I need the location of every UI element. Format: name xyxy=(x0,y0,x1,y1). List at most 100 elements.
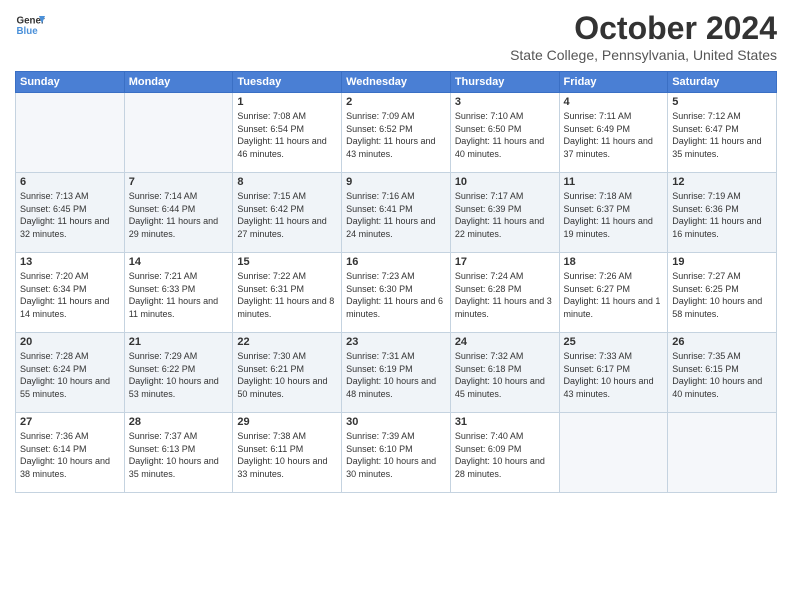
day-number: 11 xyxy=(564,176,664,188)
day-number: 5 xyxy=(672,96,772,108)
day-info: Sunrise: 7:10 AMSunset: 6:50 PMDaylight:… xyxy=(455,110,555,160)
logo: General Blue xyxy=(15,10,49,40)
day-info: Sunrise: 7:22 AMSunset: 6:31 PMDaylight:… xyxy=(237,270,337,320)
day-number: 9 xyxy=(346,176,446,188)
day-cell: 20 Sunrise: 7:28 AMSunset: 6:24 PMDayligh… xyxy=(16,333,125,413)
day-cell: 4Sunrise: 7:11 AMSunset: 6:49 PMDaylight… xyxy=(559,93,668,173)
day-cell: 3 Sunrise: 7:10 AMSunset: 6:50 PMDaylight… xyxy=(450,93,559,173)
day-info: Sunrise: 7:33 AMSunset: 6:17 PMDaylight:… xyxy=(564,350,664,400)
day-number: 20 xyxy=(20,336,120,348)
day-number: 12 xyxy=(672,176,772,188)
day-cell: 6Sunrise: 7:13 AMSunset: 6:45 PMDaylight… xyxy=(16,173,125,253)
week-row-1: 1Sunrise: 7:08 AMSunset: 6:54 PMDaylight… xyxy=(16,93,777,173)
header: General Blue October 2024 State College,… xyxy=(15,10,777,63)
day-info: Sunrise: 7:36 AMSunset: 6:14 PMDaylight:… xyxy=(20,430,120,480)
day-number: 28 xyxy=(129,416,229,428)
day-number: 13 xyxy=(20,256,120,268)
day-cell: 8 Sunrise: 7:15 AMSunset: 6:42 PMDaylight… xyxy=(233,173,342,253)
day-cell: 28 Sunrise: 7:37 AMSunset: 6:13 PMDayligh… xyxy=(124,413,233,493)
day-info: Sunrise: 7:16 AMSunset: 6:41 PMDaylight:… xyxy=(346,190,446,240)
day-number: 26 xyxy=(672,336,772,348)
day-info: Sunrise: 7:21 AMSunset: 6:33 PMDaylight:… xyxy=(129,270,229,320)
day-number: 21 xyxy=(129,336,229,348)
day-cell: 18 Sunrise: 7:26 AMSunset: 6:27 PMDayligh… xyxy=(559,253,668,333)
day-cell: 21Sunrise: 7:29 AMSunset: 6:22 PMDayligh… xyxy=(124,333,233,413)
day-cell: 7 Sunrise: 7:14 AMSunset: 6:44 PMDaylight… xyxy=(124,173,233,253)
day-cell: 31Sunrise: 7:40 AMSunset: 6:09 PMDayligh… xyxy=(450,413,559,493)
day-header-saturday: Saturday xyxy=(668,72,777,93)
day-cell: 1Sunrise: 7:08 AMSunset: 6:54 PMDaylight… xyxy=(233,93,342,173)
day-info: Sunrise: 7:12 AMSunset: 6:47 PMDaylight:… xyxy=(672,110,772,160)
day-header-tuesday: Tuesday xyxy=(233,72,342,93)
day-number: 23 xyxy=(346,336,446,348)
day-info: Sunrise: 7:39 AMSunset: 6:10 PMDaylight:… xyxy=(346,430,446,480)
day-number: 29 xyxy=(237,416,337,428)
page: General Blue October 2024 State College,… xyxy=(0,0,792,612)
day-number: 19 xyxy=(672,256,772,268)
day-cell: 27 Sunrise: 7:36 AMSunset: 6:14 PMDayligh… xyxy=(16,413,125,493)
day-number: 30 xyxy=(346,416,446,428)
day-info: Sunrise: 7:27 AMSunset: 6:25 PMDaylight:… xyxy=(672,270,772,320)
day-info: Sunrise: 7:26 AMSunset: 6:27 PMDaylight:… xyxy=(564,270,664,320)
day-header-friday: Friday xyxy=(559,72,668,93)
day-cell xyxy=(559,413,668,493)
day-info: Sunrise: 7:14 AMSunset: 6:44 PMDaylight:… xyxy=(129,190,229,240)
day-number: 15 xyxy=(237,256,337,268)
day-cell: 11 Sunrise: 7:18 AMSunset: 6:37 PMDayligh… xyxy=(559,173,668,253)
day-info: Sunrise: 7:19 AMSunset: 6:36 PMDaylight:… xyxy=(672,190,772,240)
day-cell: 16 Sunrise: 7:23 AMSunset: 6:30 PMDayligh… xyxy=(342,253,451,333)
week-row-2: 6Sunrise: 7:13 AMSunset: 6:45 PMDaylight… xyxy=(16,173,777,253)
day-info: Sunrise: 7:28 AMSunset: 6:24 PMDaylight:… xyxy=(20,350,120,400)
day-number: 14 xyxy=(129,256,229,268)
day-cell: 24 Sunrise: 7:32 AMSunset: 6:18 PMDayligh… xyxy=(450,333,559,413)
location: State College, Pennsylvania, United Stat… xyxy=(510,47,777,63)
month-title: October 2024 xyxy=(510,10,777,47)
day-number: 3 xyxy=(455,96,555,108)
day-header-thursday: Thursday xyxy=(450,72,559,93)
day-cell: 26Sunrise: 7:35 AMSunset: 6:15 PMDayligh… xyxy=(668,333,777,413)
day-cell xyxy=(124,93,233,173)
week-row-3: 13 Sunrise: 7:20 AMSunset: 6:34 PMDayligh… xyxy=(16,253,777,333)
day-number: 27 xyxy=(20,416,120,428)
day-header-wednesday: Wednesday xyxy=(342,72,451,93)
logo-icon: General Blue xyxy=(15,10,45,40)
day-number: 1 xyxy=(237,96,337,108)
day-info: Sunrise: 7:09 AMSunset: 6:52 PMDaylight:… xyxy=(346,110,446,160)
day-cell: 22 Sunrise: 7:30 AMSunset: 6:21 PMDayligh… xyxy=(233,333,342,413)
day-info: Sunrise: 7:18 AMSunset: 6:37 PMDaylight:… xyxy=(564,190,664,240)
day-header-monday: Monday xyxy=(124,72,233,93)
day-cell: 29Sunrise: 7:38 AMSunset: 6:11 PMDayligh… xyxy=(233,413,342,493)
day-info: Sunrise: 7:17 AMSunset: 6:39 PMDaylight:… xyxy=(455,190,555,240)
day-cell: 5 Sunrise: 7:12 AMSunset: 6:47 PMDaylight… xyxy=(668,93,777,173)
day-cell xyxy=(16,93,125,173)
day-cell: 19 Sunrise: 7:27 AMSunset: 6:25 PMDayligh… xyxy=(668,253,777,333)
day-number: 7 xyxy=(129,176,229,188)
week-row-5: 27 Sunrise: 7:36 AMSunset: 6:14 PMDayligh… xyxy=(16,413,777,493)
day-number: 10 xyxy=(455,176,555,188)
day-info: Sunrise: 7:30 AMSunset: 6:21 PMDaylight:… xyxy=(237,350,337,400)
day-number: 17 xyxy=(455,256,555,268)
day-number: 24 xyxy=(455,336,555,348)
day-header-sunday: Sunday xyxy=(16,72,125,93)
day-cell: 14 Sunrise: 7:21 AMSunset: 6:33 PMDayligh… xyxy=(124,253,233,333)
day-number: 8 xyxy=(237,176,337,188)
day-number: 18 xyxy=(564,256,664,268)
day-number: 22 xyxy=(237,336,337,348)
day-number: 16 xyxy=(346,256,446,268)
day-number: 6 xyxy=(20,176,120,188)
day-cell: 2Sunrise: 7:09 AMSunset: 6:52 PMDaylight… xyxy=(342,93,451,173)
day-cell xyxy=(668,413,777,493)
day-info: Sunrise: 7:32 AMSunset: 6:18 PMDaylight:… xyxy=(455,350,555,400)
day-cell: 25Sunrise: 7:33 AMSunset: 6:17 PMDayligh… xyxy=(559,333,668,413)
day-info: Sunrise: 7:23 AMSunset: 6:30 PMDaylight:… xyxy=(346,270,446,320)
day-cell: 17 Sunrise: 7:24 AMSunset: 6:28 PMDayligh… xyxy=(450,253,559,333)
day-info: Sunrise: 7:24 AMSunset: 6:28 PMDaylight:… xyxy=(455,270,555,320)
day-number: 4 xyxy=(564,96,664,108)
day-number: 31 xyxy=(455,416,555,428)
day-cell: 10 Sunrise: 7:17 AMSunset: 6:39 PMDayligh… xyxy=(450,173,559,253)
day-info: Sunrise: 7:20 AMSunset: 6:34 PMDaylight:… xyxy=(20,270,120,320)
day-info: Sunrise: 7:15 AMSunset: 6:42 PMDaylight:… xyxy=(237,190,337,240)
calendar-table: SundayMondayTuesdayWednesdayThursdayFrid… xyxy=(15,71,777,493)
day-cell: 9 Sunrise: 7:16 AMSunset: 6:41 PMDaylight… xyxy=(342,173,451,253)
day-info: Sunrise: 7:37 AMSunset: 6:13 PMDaylight:… xyxy=(129,430,229,480)
